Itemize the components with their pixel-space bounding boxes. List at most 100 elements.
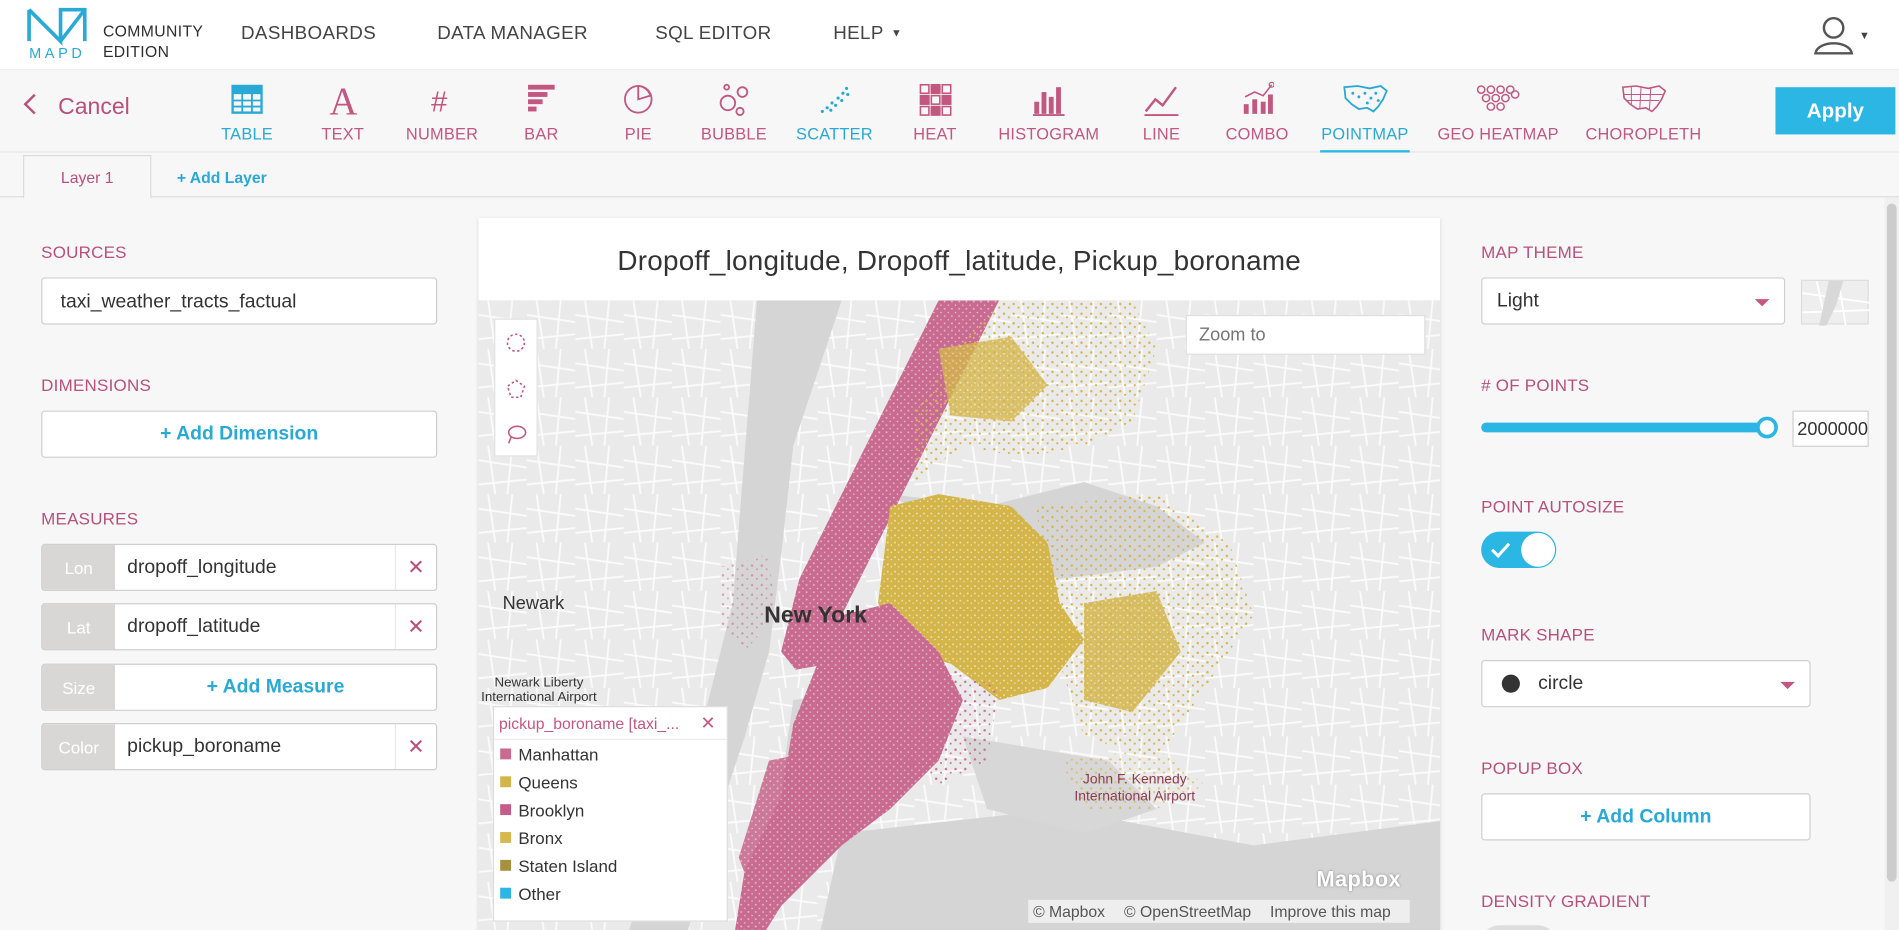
legend-header[interactable]: pickup_boroname [taxi_... ✕	[494, 707, 727, 740]
remove-measure-icon[interactable]: ✕	[394, 724, 436, 770]
chart-title[interactable]: Dropoff_longitude, Dropoff_latitude, Pic…	[478, 245, 1440, 278]
circle-select-icon[interactable]	[495, 320, 536, 366]
chart-type-choropleth[interactable]: CHOROPLETH	[1583, 80, 1704, 153]
chart-type-line[interactable]: LINE	[1107, 80, 1216, 153]
map-theme-select[interactable]: Light	[1481, 277, 1786, 325]
edition-label: COMMUNITY EDITION	[103, 21, 203, 62]
chart-type-bubble[interactable]: BUBBLE	[679, 80, 788, 153]
legend-swatch	[500, 887, 512, 899]
measure-value[interactable]: pickup_boroname	[115, 724, 395, 769]
map-label-ewr: Newark Liberty International Airport	[478, 676, 599, 705]
legend-label: Queens	[518, 772, 578, 792]
pointmap[interactable]: Newark New York Newark LibertyInternatio…	[478, 300, 1440, 930]
polygon-select-icon[interactable]	[495, 366, 536, 412]
points-slider-handle[interactable]	[1756, 416, 1778, 439]
tab-layer-1[interactable]: Layer 1	[23, 155, 152, 199]
cancel-button[interactable]: Cancel	[23, 93, 130, 121]
legend-item[interactable]: Brooklyn	[494, 796, 727, 824]
legend-item[interactable]: Manhattan	[494, 740, 727, 768]
choropleth-map-icon	[1622, 85, 1667, 113]
chart-type-heat[interactable]: HEAT	[880, 80, 989, 153]
jfk-line-2: International Airport	[1074, 789, 1196, 805]
measure-tag: Size	[42, 664, 116, 710]
mark-shape-heading: MARK SHAPE	[1481, 624, 1595, 645]
measure-value[interactable]: dropoff_latitude	[115, 604, 395, 649]
chart-type-label: TEXT	[321, 124, 365, 143]
map-theme-thumbnail	[1800, 279, 1871, 326]
nav-sql-editor[interactable]: SQL EDITOR	[655, 23, 771, 45]
popup-box-heading: POPUP BOX	[1481, 758, 1583, 778]
combo-chart-icon	[1243, 81, 1275, 114]
chart-type-number[interactable]: # NUMBER	[388, 80, 497, 153]
chart-type-text[interactable]: A TEXT	[288, 80, 397, 153]
close-icon[interactable]: ✕	[701, 712, 716, 734]
user-icon[interactable]	[1813, 16, 1854, 55]
measure-lon: Lon dropoff_longitude ✕	[41, 543, 438, 592]
chart-type-table[interactable]: TABLE	[193, 80, 302, 153]
remove-measure-icon[interactable]: ✕	[394, 604, 436, 650]
nav-data-manager[interactable]: DATA MANAGER	[437, 23, 588, 45]
chart-type-geo-heatmap[interactable]: GEO HEATMAP	[1432, 80, 1565, 153]
chart-type-scatter[interactable]: SCATTER	[780, 80, 889, 153]
points-heading: # OF POINTS	[1481, 375, 1590, 395]
points-slider[interactable]	[1481, 422, 1767, 433]
chart-type-label: COMBO	[1225, 124, 1289, 143]
mark-shape-select[interactable]: circle	[1481, 660, 1811, 708]
legend-item[interactable]: Bronx	[494, 824, 727, 852]
toggle-knob	[1521, 532, 1556, 567]
legend-swatch	[500, 832, 512, 843]
edition-line-1: COMMUNITY	[102, 21, 204, 40]
improve-map-link[interactable]: Improve this map	[1270, 902, 1391, 920]
legend-item[interactable]: Staten Island	[494, 851, 727, 879]
nav-help[interactable]: HELP ▼	[833, 23, 902, 45]
chart-type-pie[interactable]: PIE	[584, 80, 693, 153]
remove-measure-icon[interactable]: ✕	[394, 544, 436, 590]
zoom-to-input[interactable]	[1185, 314, 1426, 355]
mark-shape-value: circle	[1538, 672, 1584, 694]
add-dimension-button[interactable]: + Add Dimension	[41, 410, 438, 458]
attribution-mapbox-link[interactable]: © Mapbox	[1033, 902, 1105, 920]
add-measure-button[interactable]: + Add Measure	[115, 665, 436, 710]
map-label-jfk: John F. Kennedy International Airport	[1060, 771, 1210, 805]
chart-type-label: GEO HEATMAP	[1437, 124, 1559, 143]
dimensions-heading: DIMENSIONS	[41, 375, 152, 395]
add-layer-button[interactable]: + Add Layer	[177, 168, 267, 186]
points-input[interactable]: 2000000	[1792, 410, 1869, 447]
chart-type-combo[interactable]: COMBO	[1203, 80, 1312, 153]
geo-heatmap-icon	[1476, 85, 1520, 111]
map-label-new-york: New York	[764, 603, 867, 629]
chart-type-bar[interactable]: BAR	[487, 80, 596, 153]
chart-type-label: BUBBLE	[700, 124, 767, 143]
legend-item[interactable]: Other	[494, 879, 727, 907]
add-column-button[interactable]: + Add Column	[1481, 793, 1811, 841]
nav-dashboards[interactable]: DASHBOARDS	[241, 23, 376, 45]
chart-type-pointmap[interactable]: POINTMAP	[1310, 80, 1419, 153]
top-navbar: MAPD COMMUNITY EDITION DASHBOARDS DATA M…	[0, 0, 1899, 71]
source-field[interactable]: taxi_weather_tracts_factual	[41, 277, 438, 325]
scrollbar-thumb[interactable]	[1886, 203, 1897, 882]
caret-down-icon	[1780, 681, 1795, 689]
measure-lat: Lat dropoff_latitude ✕	[41, 603, 438, 651]
lasso-select-icon[interactable]	[495, 412, 536, 458]
circle-shape-icon	[1501, 674, 1520, 693]
legend-label: Brooklyn	[518, 799, 585, 820]
density-gradient-toggle[interactable]	[1481, 925, 1557, 930]
measure-color: Color pickup_boroname ✕	[41, 723, 438, 771]
chart-type-label: PIE	[624, 124, 652, 143]
attribution-osm-link[interactable]: © OpenStreetMap	[1124, 902, 1251, 920]
chart-type-histogram[interactable]: HISTOGRAM	[994, 80, 1103, 153]
mapd-logo-icon[interactable]: MAPD	[27, 7, 88, 61]
ewr-line-1: Newark Liberty	[494, 675, 584, 691]
legend-item[interactable]: Queens	[494, 768, 727, 796]
autosize-toggle[interactable]	[1481, 531, 1557, 569]
caret-down-icon	[1754, 298, 1770, 306]
apply-button[interactable]: Apply	[1775, 87, 1896, 135]
app-root: MAPD COMMUNITY EDITION DASHBOARDS DATA M…	[0, 0, 1899, 930]
user-caret-icon[interactable]: ▼	[1859, 29, 1870, 41]
chart-panel: Dropoff_longitude, Dropoff_latitude, Pic…	[478, 217, 1440, 930]
chart-type-label: HISTOGRAM	[998, 124, 1100, 143]
mapbox-logo[interactable]: Mapbox	[1316, 867, 1401, 892]
measure-value[interactable]: dropoff_longitude	[115, 545, 395, 590]
checkmark-icon	[1491, 542, 1511, 559]
text-icon: A	[329, 80, 357, 119]
